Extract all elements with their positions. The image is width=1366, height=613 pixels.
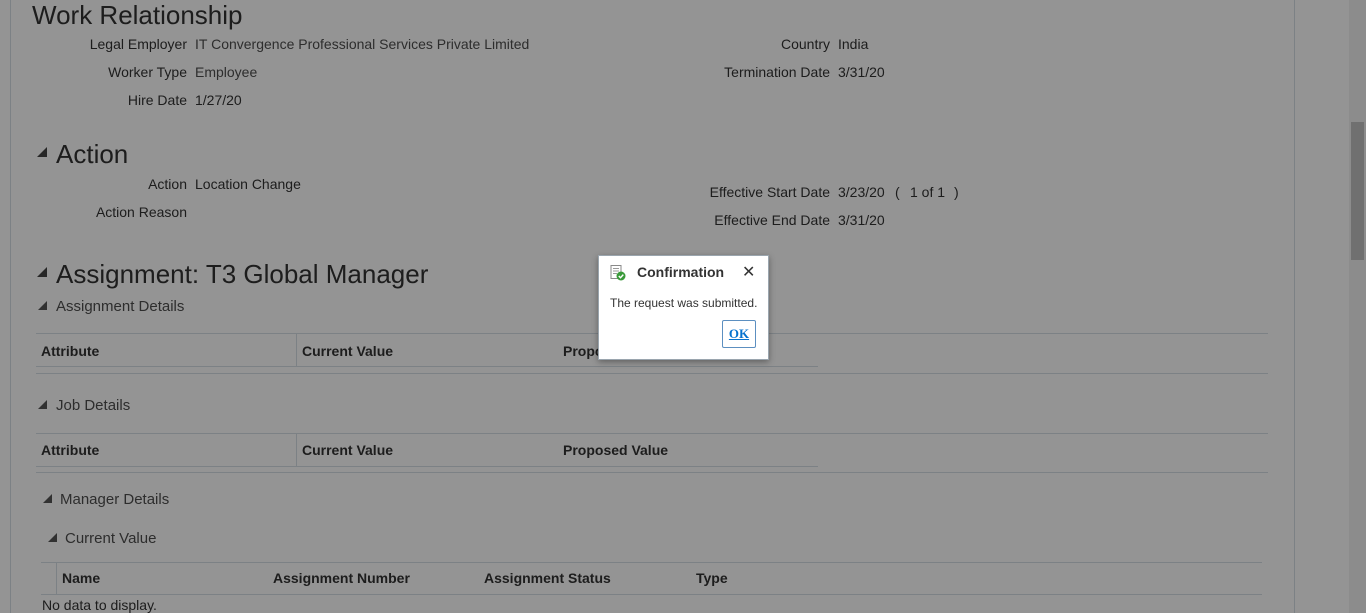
confirmation-document-check-icon bbox=[610, 265, 626, 281]
dialog-message: The request was submitted. bbox=[610, 296, 758, 310]
dialog-title: Confirmation bbox=[637, 264, 725, 280]
close-icon[interactable]: ✕ bbox=[742, 262, 755, 282]
ok-button[interactable]: OK bbox=[722, 320, 756, 348]
confirmation-dialog: Confirmation ✕ The request was submitted… bbox=[598, 255, 769, 360]
